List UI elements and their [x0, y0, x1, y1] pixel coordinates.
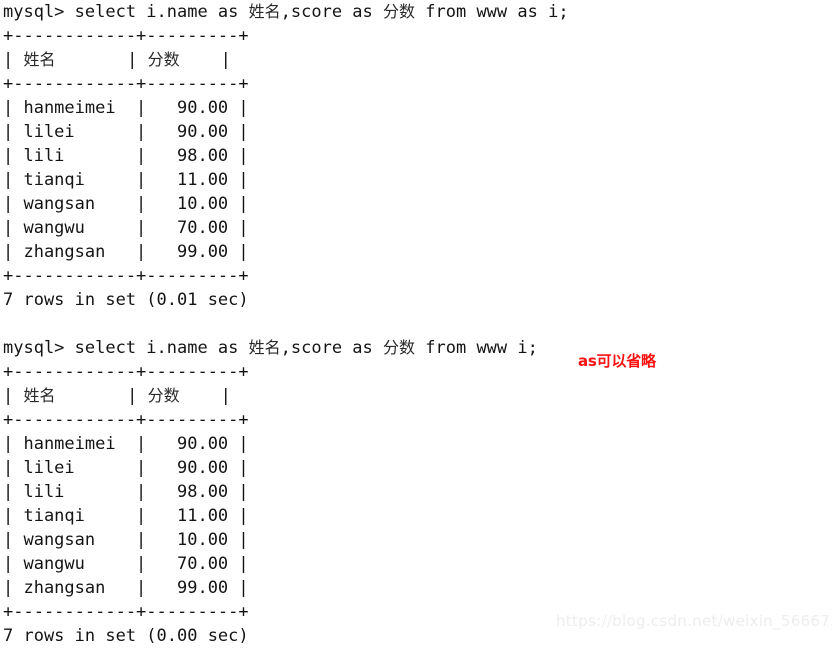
query-alias-score: 分数: [383, 2, 416, 21]
table-separator: +------------+---------+: [3, 26, 249, 46]
column-header-name: 姓名: [23, 50, 56, 69]
table-separator: +------------+---------+: [3, 410, 249, 430]
table-header-row: | 姓名 | 分数 |: [3, 50, 231, 70]
table-row: | zhangsan | 99.00 |: [3, 578, 249, 598]
table-row: | lili | 98.00 |: [3, 146, 249, 166]
query-alias-name: 姓名: [248, 338, 281, 357]
status-line: 7 rows in set (0.01 sec): [3, 290, 249, 310]
table-row: | zhangsan | 99.00 |: [3, 242, 249, 262]
terminal-output: mysql> select i.name as 姓名,score as 分数 f…: [0, 0, 832, 648]
table-row: | hanmeimei | 90.00 |: [3, 98, 249, 118]
table-row: | wangsan | 10.00 |: [3, 194, 249, 214]
table-row: | wangwu | 70.00 |: [3, 218, 249, 238]
query-line: mysql> select i.name as 姓名,score as 分数 f…: [3, 2, 569, 22]
column-header-score: 分数: [147, 386, 180, 405]
table-row: | hanmeimei | 90.00 |: [3, 434, 249, 454]
query-alias-name: 姓名: [248, 2, 281, 21]
table-separator: +------------+---------+: [3, 362, 249, 382]
table-separator: +------------+---------+: [3, 266, 249, 286]
table-row: | wangwu | 70.00 |: [3, 554, 249, 574]
table-row: | tianqi | 11.00 |: [3, 506, 249, 526]
watermark: https://blog.csdn.net/weixin_56667320: [556, 612, 832, 630]
table-row: | wangsan | 10.00 |: [3, 530, 249, 550]
column-header-score: 分数: [147, 50, 180, 69]
table-separator: +------------+---------+: [3, 74, 249, 94]
query-alias-score: 分数: [383, 338, 416, 357]
table-row: | tianqi | 11.00 |: [3, 170, 249, 190]
table-header-row: | 姓名 | 分数 |: [3, 386, 231, 406]
table-row: | lili | 98.00 |: [3, 482, 249, 502]
table-row: | lilei | 90.00 |: [3, 122, 249, 142]
annotation-as-optional: as可以省略: [578, 352, 656, 370]
query-line: mysql> select i.name as 姓名,score as 分数 f…: [3, 338, 538, 358]
table-row: | lilei | 90.00 |: [3, 458, 249, 478]
column-header-name: 姓名: [23, 386, 56, 405]
